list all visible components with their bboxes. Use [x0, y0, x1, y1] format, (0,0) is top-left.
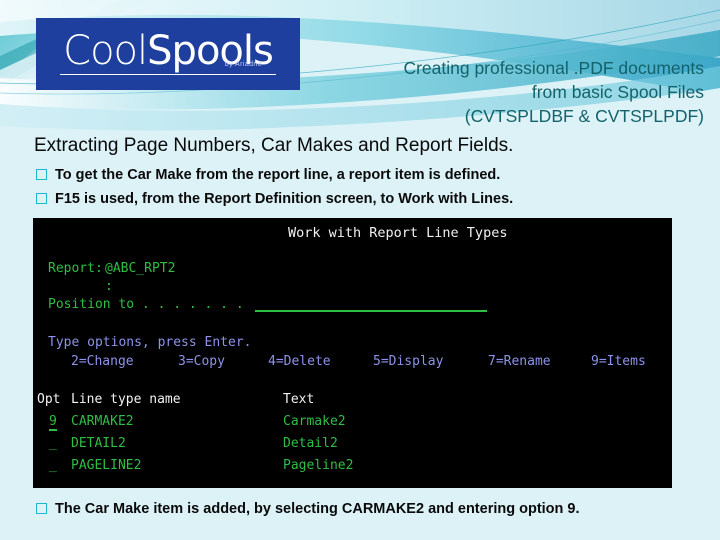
- terminal-option-3: 3=Copy: [178, 354, 225, 369]
- slide-header: Creating professional .PDF documents fro…: [300, 56, 704, 128]
- logo-byline: by Ariadne: [224, 61, 262, 68]
- column-header-text: Text: [283, 392, 315, 407]
- opt-input-row-1[interactable]: 9: [49, 415, 57, 431]
- opt-input-row-2[interactable]: _: [49, 437, 57, 450]
- text-row-1: Carmake2: [283, 414, 346, 429]
- bullet-text-3: The Car Make item is added, by selecting…: [55, 501, 580, 517]
- terminal-option-4: 4=Delete: [268, 354, 331, 369]
- text-row-2: Detail2: [283, 436, 338, 451]
- terminal-instruction: Type options, press Enter.: [48, 335, 252, 350]
- terminal-option-5: 5=Display: [373, 354, 444, 369]
- terminal-colon: :: [105, 279, 113, 294]
- terminal-position-label: Position to . . . . . . .: [48, 297, 244, 312]
- terminal-report-value: @ABC_RPT2: [105, 261, 176, 276]
- bullet-item-1: To get the Car Make from the report line…: [36, 166, 500, 184]
- terminal-screen: Work with Report Line Types Report: @ABC…: [33, 218, 672, 488]
- square-bullet-icon: [36, 169, 47, 180]
- opt-input-row-3[interactable]: _: [49, 459, 57, 472]
- column-header-line-type-name: Line type name: [71, 392, 181, 407]
- coolspools-logo: CoolSpools by Ariadne: [36, 18, 300, 90]
- header-line-1: Creating professional .PDF documents: [403, 58, 704, 78]
- column-header-opt: Opt: [37, 392, 61, 407]
- line-type-name-row-3: PAGELINE2: [71, 458, 142, 473]
- logo-underline-rule: by Ariadne: [60, 61, 276, 75]
- terminal-report-label: Report:: [48, 261, 103, 276]
- square-bullet-icon: [36, 503, 47, 514]
- header-line-2: from basic Spool Files: [531, 82, 704, 102]
- slide-canvas: CoolSpools by Ariadne Creating professio…: [0, 0, 720, 540]
- line-type-name-row-1: CARMAKE2: [71, 414, 134, 429]
- terminal-option-7: 7=Rename: [488, 354, 551, 369]
- bullet-item-2: F15 is used, from the Report Definition …: [36, 190, 513, 208]
- position-to-input[interactable]: [255, 310, 487, 312]
- text-row-3: Pageline2: [283, 458, 354, 473]
- line-type-name-row-2: DETAIL2: [71, 436, 126, 451]
- header-line-3: (CVTSPLDBF & CVTSPLPDF): [464, 106, 704, 126]
- terminal-option-2: 2=Change: [71, 354, 134, 369]
- logo-text-cool: Cool: [63, 28, 148, 74]
- bullet-text-1: To get the Car Make from the report line…: [55, 167, 501, 183]
- bullet-item-3: The Car Make item is added, by selecting…: [36, 500, 580, 518]
- terminal-title: Work with Report Line Types: [288, 225, 508, 241]
- terminal-option-9: 9=Items: [591, 354, 646, 369]
- bullet-text-2: F15 is used, from the Report Definition …: [55, 191, 514, 207]
- square-bullet-icon: [36, 193, 47, 204]
- page-title: Extracting Page Numbers, Car Makes and R…: [34, 135, 514, 156]
